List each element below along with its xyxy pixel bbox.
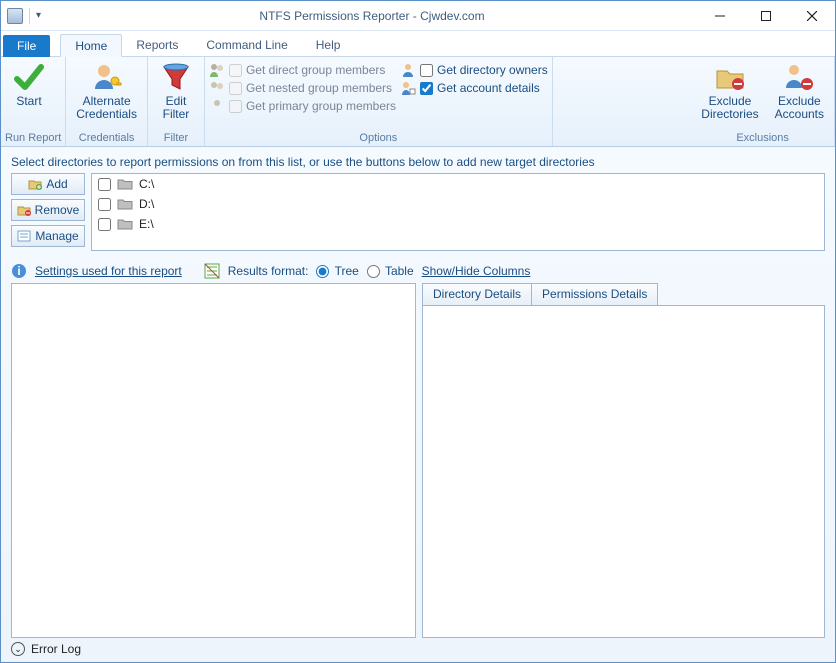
funnel-icon (160, 61, 192, 93)
get-direct-group-members[interactable]: Get direct group members (209, 62, 396, 78)
drive-checkbox[interactable] (98, 178, 111, 191)
tree-panel[interactable] (11, 283, 416, 638)
separator (29, 8, 30, 24)
folder-remove-icon (17, 203, 31, 217)
tab-command-line[interactable]: Command Line (192, 33, 301, 56)
drive-checkbox[interactable] (98, 198, 111, 211)
quick-access-toolbar: ▾ (1, 8, 47, 24)
app-icon (7, 8, 23, 24)
list-item[interactable]: D:\ (92, 194, 824, 214)
tab-permissions-details[interactable]: Permissions Details (531, 283, 658, 305)
tab-reports[interactable]: Reports (122, 33, 192, 56)
results-format-tree[interactable]: Tree (316, 264, 358, 278)
group-credentials: Alternate Credentials Credentials (66, 57, 148, 146)
svg-text:i: i (17, 264, 20, 278)
info-icon: i (11, 263, 27, 279)
get-account-details[interactable]: Get account details (400, 80, 548, 96)
users-icon (209, 62, 225, 78)
folder-icon (117, 217, 133, 231)
folder-icon (117, 197, 133, 211)
user-key-icon (91, 61, 123, 93)
user-owner-icon (400, 62, 416, 78)
window-title: NTFS Permissions Reporter - Cjwdev.com (47, 9, 697, 23)
instruction-text: Select directories to report permissions… (11, 155, 825, 169)
tab-help[interactable]: Help (302, 33, 355, 56)
drive-label: C:\ (139, 177, 154, 191)
edit-filter-button[interactable]: Edit Filter (152, 59, 200, 123)
folder-excluded-icon (714, 61, 746, 93)
user-details-icon (400, 80, 416, 96)
tab-home[interactable]: Home (60, 34, 122, 57)
show-hide-columns-link[interactable]: Show/Hide Columns (422, 264, 531, 278)
title-bar: ▾ NTFS Permissions Reporter - Cjwdev.com (1, 1, 835, 31)
qat-dropdown-icon[interactable]: ▾ (36, 10, 41, 21)
settings-row: i Settings used for this report Results … (11, 263, 825, 279)
remove-button[interactable]: Remove (11, 199, 85, 221)
directory-selection-area: Add Remove Manage C:\ D:\ (11, 173, 825, 251)
ribbon: Start Run Report Alternate Credentials C… (1, 57, 835, 147)
results-format-icon (204, 263, 220, 279)
error-log-toggle[interactable]: ⌄ Error Log (11, 638, 825, 658)
results-format-table[interactable]: Table (367, 264, 414, 278)
users-primary-icon (209, 98, 225, 114)
get-directory-owners[interactable]: Get directory owners (400, 62, 548, 78)
chevron-down-icon: ⌄ (11, 642, 25, 656)
add-button[interactable]: Add (11, 173, 85, 195)
list-item[interactable]: E:\ (92, 214, 824, 234)
settings-used-link[interactable]: Settings used for this report (35, 264, 182, 278)
users-excluded-icon (783, 61, 815, 93)
window-controls (697, 1, 835, 31)
folder-icon (117, 177, 133, 191)
drive-label: E:\ (139, 217, 154, 231)
details-body[interactable] (422, 305, 825, 638)
get-primary-group-members[interactable]: Get primary group members (209, 98, 396, 114)
tab-directory-details[interactable]: Directory Details (422, 283, 532, 305)
exclude-directories-button[interactable]: Exclude Directories (695, 59, 764, 123)
list-item[interactable]: C:\ (92, 174, 824, 194)
close-button[interactable] (789, 1, 835, 31)
drive-checkbox[interactable] (98, 218, 111, 231)
minimize-button[interactable] (697, 1, 743, 31)
details-panel: Directory Details Permissions Details (422, 283, 825, 638)
results-panels: Directory Details Permissions Details (11, 283, 825, 638)
maximize-button[interactable] (743, 1, 789, 31)
tab-file[interactable]: File (3, 35, 50, 57)
group-exclusions: Exclude Directories Exclude Accounts Exc… (691, 57, 835, 146)
ribbon-tab-strip: File Home Reports Command Line Help (1, 31, 835, 57)
group-filter: Edit Filter Filter (148, 57, 205, 146)
exclude-accounts-button[interactable]: Exclude Accounts (769, 59, 830, 123)
directory-list[interactable]: C:\ D:\ E:\ (91, 173, 825, 251)
drive-label: D:\ (139, 197, 154, 211)
group-options: Get direct group members Get nested grou… (205, 57, 553, 146)
checkmark-icon (13, 61, 45, 93)
list-icon (17, 229, 31, 243)
manage-button[interactable]: Manage (11, 225, 85, 247)
get-nested-group-members[interactable]: Get nested group members (209, 80, 396, 96)
users-nested-icon (209, 80, 225, 96)
client-area: Select directories to report permissions… (1, 147, 835, 662)
folder-add-icon (28, 177, 42, 191)
results-format-label: Results format: (228, 264, 309, 278)
group-run-report: Start Run Report (1, 57, 66, 146)
start-button[interactable]: Start (5, 59, 53, 110)
alternate-credentials-button[interactable]: Alternate Credentials (70, 59, 143, 123)
